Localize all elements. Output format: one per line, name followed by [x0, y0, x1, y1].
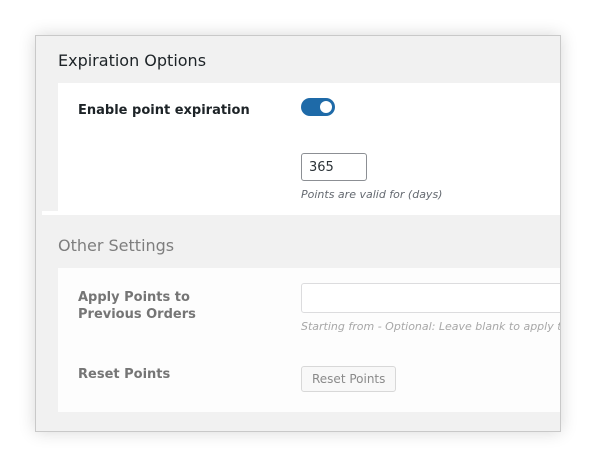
reset-points-label: Reset Points	[78, 367, 171, 382]
apply-points-previous-orders-label: Apply Points to Previous Orders	[78, 290, 196, 322]
enable-point-expiration-label: Enable point expiration	[78, 103, 250, 118]
other-settings-heading: Other Settings	[58, 236, 175, 255]
expiration-days-input[interactable]	[301, 153, 367, 181]
expiration-options-card: Enable point expiration Points are valid…	[58, 83, 560, 215]
expiration-options-heading: Expiration Options	[58, 51, 207, 70]
expiration-days-help: Points are valid for (days)	[301, 188, 443, 201]
apply-points-start-input[interactable]	[301, 283, 560, 313]
reset-points-button[interactable]: Reset Points	[301, 366, 397, 392]
settings-window: Expiration Options Enable point expirati…	[35, 35, 561, 432]
other-settings-card: Apply Points to Previous Orders Starting…	[58, 268, 560, 412]
apply-points-help: Starting from - Optional: Leave blank to…	[301, 320, 561, 333]
enable-point-expiration-toggle[interactable]	[301, 98, 335, 116]
panel-divider	[42, 211, 560, 215]
toggle-knob	[320, 101, 332, 113]
